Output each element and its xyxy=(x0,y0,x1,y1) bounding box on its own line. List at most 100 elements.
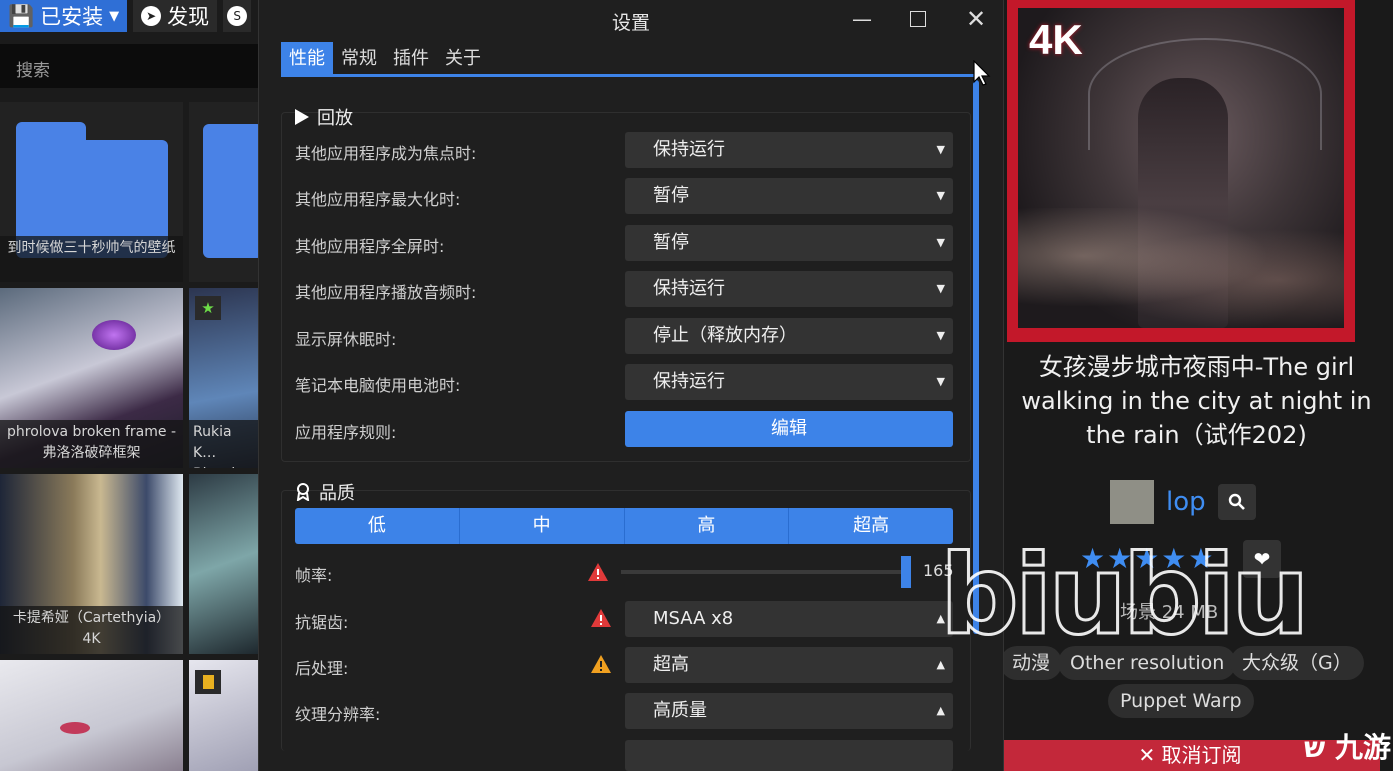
search-input[interactable]: 搜索 xyxy=(0,44,258,88)
search-placeholder: 搜索 xyxy=(16,61,50,81)
wallpaper-tile[interactable] xyxy=(0,660,183,771)
setting-label: 其他应用程序全屏时: xyxy=(295,237,445,256)
author-name[interactable]: lop xyxy=(1166,487,1206,517)
setting-label: 其他应用程序成为焦点时: xyxy=(295,144,477,163)
award-icon xyxy=(296,483,310,501)
compass-icon: ➤ xyxy=(141,6,162,26)
tab-about[interactable]: 关于 xyxy=(437,42,489,76)
wallpaper-preview: 4K xyxy=(1007,0,1355,342)
antialiasing-dropdown[interactable]: MSAA x8 ▲ xyxy=(625,601,953,637)
preset-ultra-button[interactable]: 超高 xyxy=(789,508,953,544)
tab-installed[interactable]: 💾 已安装 ▼ xyxy=(0,0,128,32)
setting-label: 纹理分辨率: xyxy=(295,705,381,724)
chevron-down-icon: ▼ xyxy=(936,189,945,202)
setting-label: 帧率: xyxy=(295,566,333,585)
setting-label: 后处理: xyxy=(295,659,349,678)
framerate-slider-track[interactable] xyxy=(621,570,903,574)
library-top-tabs: 💾 已安装 ▼ ➤ 发现 S xyxy=(0,0,258,34)
setting-label: 其他应用程序播放音频时: xyxy=(295,283,477,302)
wallpaper-tile[interactable]: 到时候做三十秒帅气的壁纸 xyxy=(0,102,183,282)
wallpaper-tile[interactable]: ★ Rukia K… Bleach 4… xyxy=(189,288,258,468)
preset-low-button[interactable]: 低 xyxy=(295,508,460,544)
wallpaper-tile[interactable]: phrolova broken frame - 弗洛洛破碎框架 xyxy=(0,288,183,468)
chevron-up-icon: ▲ xyxy=(936,704,945,717)
minimize-button[interactable]: — xyxy=(847,4,877,34)
chevron-down-icon: ▼ xyxy=(936,282,945,295)
preset-medium-button[interactable]: 中 xyxy=(460,508,625,544)
setting-label: 其他应用程序最大化时: xyxy=(295,190,461,209)
texture-resolution-dropdown[interactable]: 高质量 ▲ xyxy=(625,693,953,729)
setting-label: 显示屏休眠时: xyxy=(295,330,397,349)
wallpaper-title-text: 女孩漫步城市夜雨中-The girl walking in the city a… xyxy=(1021,353,1372,449)
fullscreen-behavior-dropdown[interactable]: 暂停 ▼ xyxy=(625,225,953,261)
tab-discover[interactable]: ➤ 发现 xyxy=(133,0,218,32)
preset-high-button[interactable]: 高 xyxy=(625,508,790,544)
tab-plugins[interactable]: 插件 xyxy=(385,42,437,76)
tag[interactable]: Puppet Warp xyxy=(1108,684,1254,718)
maximize-behavior-dropdown[interactable]: 暂停 ▼ xyxy=(625,178,953,214)
chevron-down-icon: ▼ xyxy=(936,143,945,156)
mouse-cursor-icon xyxy=(973,60,991,86)
watermark: biubiu xyxy=(939,531,1312,659)
preview-umbrella xyxy=(1088,38,1322,150)
close-icon: ✕ xyxy=(965,5,987,33)
avatar[interactable] xyxy=(1110,480,1154,524)
tab-underline xyxy=(281,74,981,77)
play-icon xyxy=(295,109,309,125)
tile-caption: Rukia K… Bleach 4… xyxy=(189,420,258,468)
settings-dialog: 设置 — ✕ 性能 常规 插件 关于 回放 其他应用程序成为焦点时: 保持运行 ▼… xyxy=(258,0,1004,771)
battery-behavior-dropdown[interactable]: 保持运行 ▼ xyxy=(625,364,953,400)
close-button[interactable]: ✕ xyxy=(961,4,991,34)
badge-4k: 4K xyxy=(1029,16,1083,63)
setting-label: 应用程序规则: xyxy=(295,423,397,442)
chevron-down-icon: ▼ xyxy=(109,8,120,24)
display-sleep-dropdown[interactable]: 停止（释放内存） ▼ xyxy=(625,318,953,354)
focus-behavior-dropdown[interactable]: 保持运行 ▼ xyxy=(625,132,953,168)
tab-general[interactable]: 常规 xyxy=(333,42,385,76)
dropdown-value: 保持运行 xyxy=(653,139,725,160)
dialog-titlebar: 设置 — ✕ xyxy=(259,0,1003,38)
edit-rules-button[interactable]: 编辑 xyxy=(625,411,953,447)
wallpaper-tile[interactable] xyxy=(189,474,258,654)
author-search-button[interactable] xyxy=(1217,484,1256,520)
setting-label: 笔记本电脑使用电池时: xyxy=(295,376,461,395)
thumbnail-eye xyxy=(92,320,136,350)
framerate-slider-handle[interactable] xyxy=(901,556,911,588)
wallpaper-tile[interactable] xyxy=(189,102,258,282)
chevron-down-icon: ▼ xyxy=(936,329,945,342)
tab-installed-label: 已安装 xyxy=(40,5,104,29)
postprocessing-dropdown[interactable]: 超高 ▲ xyxy=(625,647,953,683)
dropdown-value: 超高 xyxy=(653,654,689,675)
dialog-title: 设置 xyxy=(611,12,650,34)
trophy-icon: ★ xyxy=(195,296,221,320)
wallpaper-tile[interactable] xyxy=(189,660,258,771)
chevron-down-icon: ▼ xyxy=(936,375,945,388)
steam-icon: S xyxy=(227,6,248,26)
maximize-icon xyxy=(910,11,926,27)
next-dropdown-partial[interactable] xyxy=(625,740,953,771)
warning-icon xyxy=(591,609,611,627)
wallpaper-tile[interactable]: 卡提希娅（Cartethyia）4K xyxy=(0,474,183,654)
chevron-down-icon: ▼ xyxy=(936,236,945,249)
dropdown-value: 保持运行 xyxy=(653,278,725,299)
tab-performance[interactable]: 性能 xyxy=(281,42,333,76)
minimize-icon: — xyxy=(852,7,872,31)
tab-discover-label: 发现 xyxy=(167,5,210,29)
dropdown-value: 暂停 xyxy=(653,185,689,206)
wallpaper-title: 女孩漫步城市夜雨中-The girl walking in the city a… xyxy=(1000,350,1393,452)
audio-behavior-dropdown[interactable]: 保持运行 ▼ xyxy=(625,271,953,307)
save-icon: 💾 xyxy=(8,3,35,28)
playback-heading-text: 回放 xyxy=(317,108,353,129)
wallpaper-library-panel: 💾 已安装 ▼ ➤ 发现 S 搜索 到时候做三十秒帅气的壁纸 phrolova … xyxy=(0,0,258,771)
dropdown-value: 高质量 xyxy=(653,700,707,721)
tab-workshop[interactable]: S xyxy=(223,0,252,32)
maximize-button[interactable] xyxy=(903,4,933,34)
playback-heading: 回放 xyxy=(295,104,353,130)
setting-label: 抗锯齿: xyxy=(295,613,349,632)
tile-caption: 卡提希娅（Cartethyia）4K xyxy=(0,606,183,654)
badge-icon xyxy=(195,670,221,694)
dropdown-value: 暂停 xyxy=(653,232,689,253)
dropdown-value: 保持运行 xyxy=(653,371,725,392)
dropdown-value: MSAA x8 xyxy=(653,608,734,629)
thumbnail-eye xyxy=(60,722,90,734)
